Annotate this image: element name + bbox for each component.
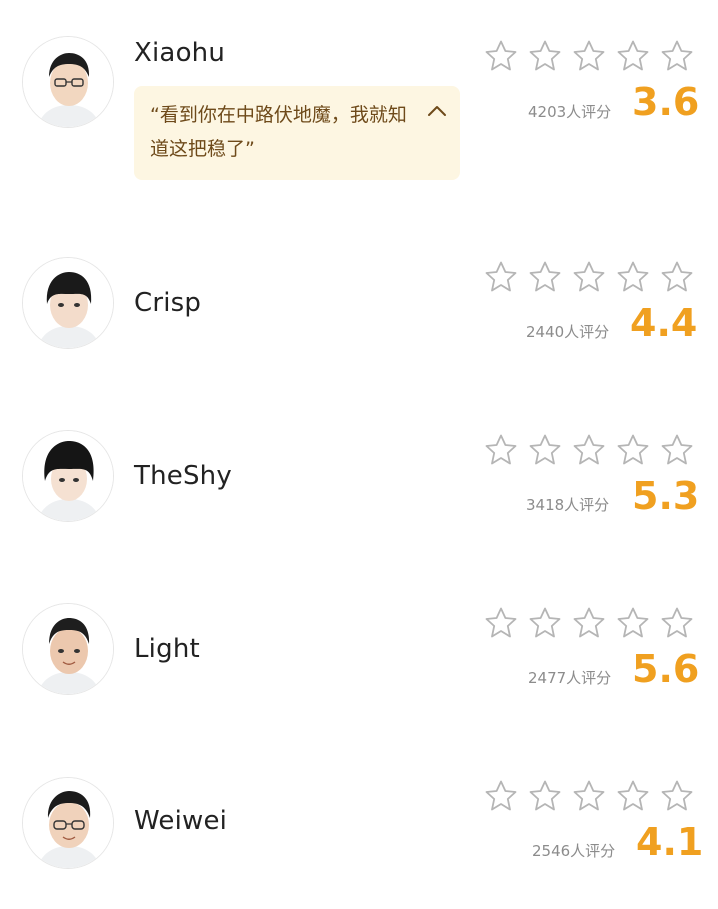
star-rating[interactable] [484, 606, 696, 640]
star-outline-icon[interactable] [484, 39, 518, 73]
player-avatar[interactable] [22, 430, 114, 522]
avatar-portrait-icon [23, 37, 113, 127]
player-score: 3.6 [632, 80, 700, 124]
player-name: Xiaohu [134, 38, 226, 68]
star-outline-icon[interactable] [616, 433, 650, 467]
player-quote: “看到你在中路伏地魔，我就知道这把稳了” [134, 86, 460, 180]
star-rating[interactable] [484, 260, 696, 294]
player-rating-list: Xiaohu “看到你在中路伏地魔，我就知道这把稳了” 4203人评分 3.6 [0, 0, 718, 909]
player-row-theshy: TheShy 3418人评分 5.3 [0, 380, 718, 550]
star-outline-icon[interactable] [660, 606, 694, 640]
star-rating[interactable] [484, 39, 696, 73]
star-rating[interactable] [484, 433, 696, 467]
star-outline-icon[interactable] [616, 606, 650, 640]
star-outline-icon[interactable] [484, 260, 518, 294]
rating-count: 2546人评分 [532, 842, 616, 860]
star-outline-icon[interactable] [572, 779, 606, 813]
star-outline-icon[interactable] [484, 779, 518, 813]
avatar-portrait-icon [23, 258, 113, 348]
player-name: Crisp [134, 288, 202, 318]
avatar-portrait-icon [23, 431, 113, 521]
star-outline-icon[interactable] [616, 39, 650, 73]
quote-text: “看到你在中路伏地魔，我就知道这把稳了” [150, 104, 407, 160]
star-outline-icon[interactable] [528, 39, 562, 73]
player-avatar[interactable] [22, 36, 114, 128]
star-outline-icon[interactable] [572, 39, 606, 73]
star-outline-icon[interactable] [660, 39, 694, 73]
chevron-up-icon[interactable] [426, 100, 448, 122]
player-row-xiaohu: Xiaohu “看到你在中路伏地魔，我就知道这把稳了” 4203人评分 3.6 [0, 0, 718, 200]
player-score: 5.3 [632, 474, 700, 518]
avatar-portrait-icon [23, 778, 113, 868]
player-avatar[interactable] [22, 603, 114, 695]
star-rating[interactable] [484, 779, 696, 813]
player-score: 4.1 [636, 820, 704, 864]
rating-count: 3418人评分 [526, 496, 610, 514]
avatar-portrait-icon [23, 604, 113, 694]
player-score: 5.6 [632, 647, 700, 691]
player-avatar[interactable] [22, 257, 114, 349]
star-outline-icon[interactable] [528, 606, 562, 640]
star-outline-icon[interactable] [616, 779, 650, 813]
player-name: Weiwei [134, 806, 228, 836]
rating-count: 2477人评分 [528, 669, 612, 687]
star-outline-icon[interactable] [528, 260, 562, 294]
player-avatar[interactable] [22, 777, 114, 869]
star-outline-icon[interactable] [572, 433, 606, 467]
star-outline-icon[interactable] [528, 433, 562, 467]
star-outline-icon[interactable] [484, 433, 518, 467]
player-row-crisp: Crisp 2440人评分 4.4 [0, 200, 718, 380]
player-name: Light [134, 634, 200, 664]
star-outline-icon[interactable] [660, 260, 694, 294]
rating-count: 4203人评分 [528, 103, 612, 121]
star-outline-icon[interactable] [660, 779, 694, 813]
player-row-light: Light 2477人评分 5.6 [0, 550, 718, 725]
star-outline-icon[interactable] [616, 260, 650, 294]
player-row-weiwei: Weiwei 2546人评分 4.1 [0, 725, 718, 909]
star-outline-icon[interactable] [572, 606, 606, 640]
player-name: TheShy [134, 461, 232, 491]
star-outline-icon[interactable] [660, 433, 694, 467]
star-outline-icon[interactable] [572, 260, 606, 294]
rating-count: 2440人评分 [526, 323, 610, 341]
star-outline-icon[interactable] [528, 779, 562, 813]
player-score: 4.4 [630, 301, 698, 345]
star-outline-icon[interactable] [484, 606, 518, 640]
